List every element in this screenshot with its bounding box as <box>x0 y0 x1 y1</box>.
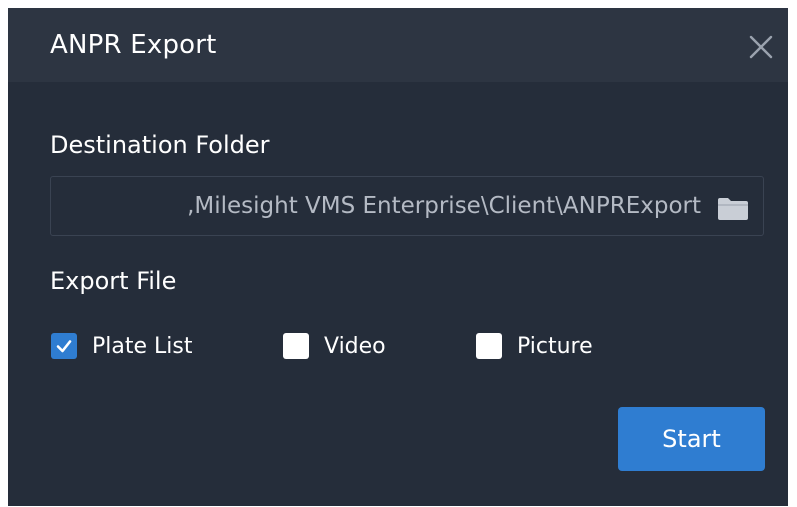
destination-folder-label: Destination Folder <box>50 131 270 159</box>
anpr-export-dialog: ANPR Export Destination Folder ,Milesigh… <box>8 8 788 506</box>
video-checkbox[interactable]: Video <box>283 331 386 361</box>
dialog-title: ANPR Export <box>50 30 217 60</box>
checkbox-box-checked[interactable] <box>51 333 77 359</box>
start-button[interactable]: Start <box>618 407 765 471</box>
checkbox-box-unchecked[interactable] <box>283 333 309 359</box>
destination-path-value: ,Milesight VMS Enterprise\Client\ANPRExp… <box>187 193 701 219</box>
picture-checkbox[interactable]: Picture <box>476 331 593 361</box>
checkbox-box-unchecked[interactable] <box>476 333 502 359</box>
video-label: Video <box>324 333 386 359</box>
browse-folder-button[interactable] <box>717 197 749 221</box>
plate-list-checkbox[interactable]: Plate List <box>51 331 192 361</box>
picture-label: Picture <box>517 333 593 359</box>
plate-list-label: Plate List <box>92 333 193 359</box>
close-icon <box>749 35 773 59</box>
destination-path-field[interactable]: ,Milesight VMS Enterprise\Client\ANPRExp… <box>50 176 764 236</box>
export-file-label: Export File <box>50 267 177 295</box>
folder-icon <box>718 198 748 220</box>
close-button[interactable] <box>744 30 778 64</box>
dialog-titlebar: ANPR Export <box>8 8 788 82</box>
check-icon <box>56 340 72 353</box>
